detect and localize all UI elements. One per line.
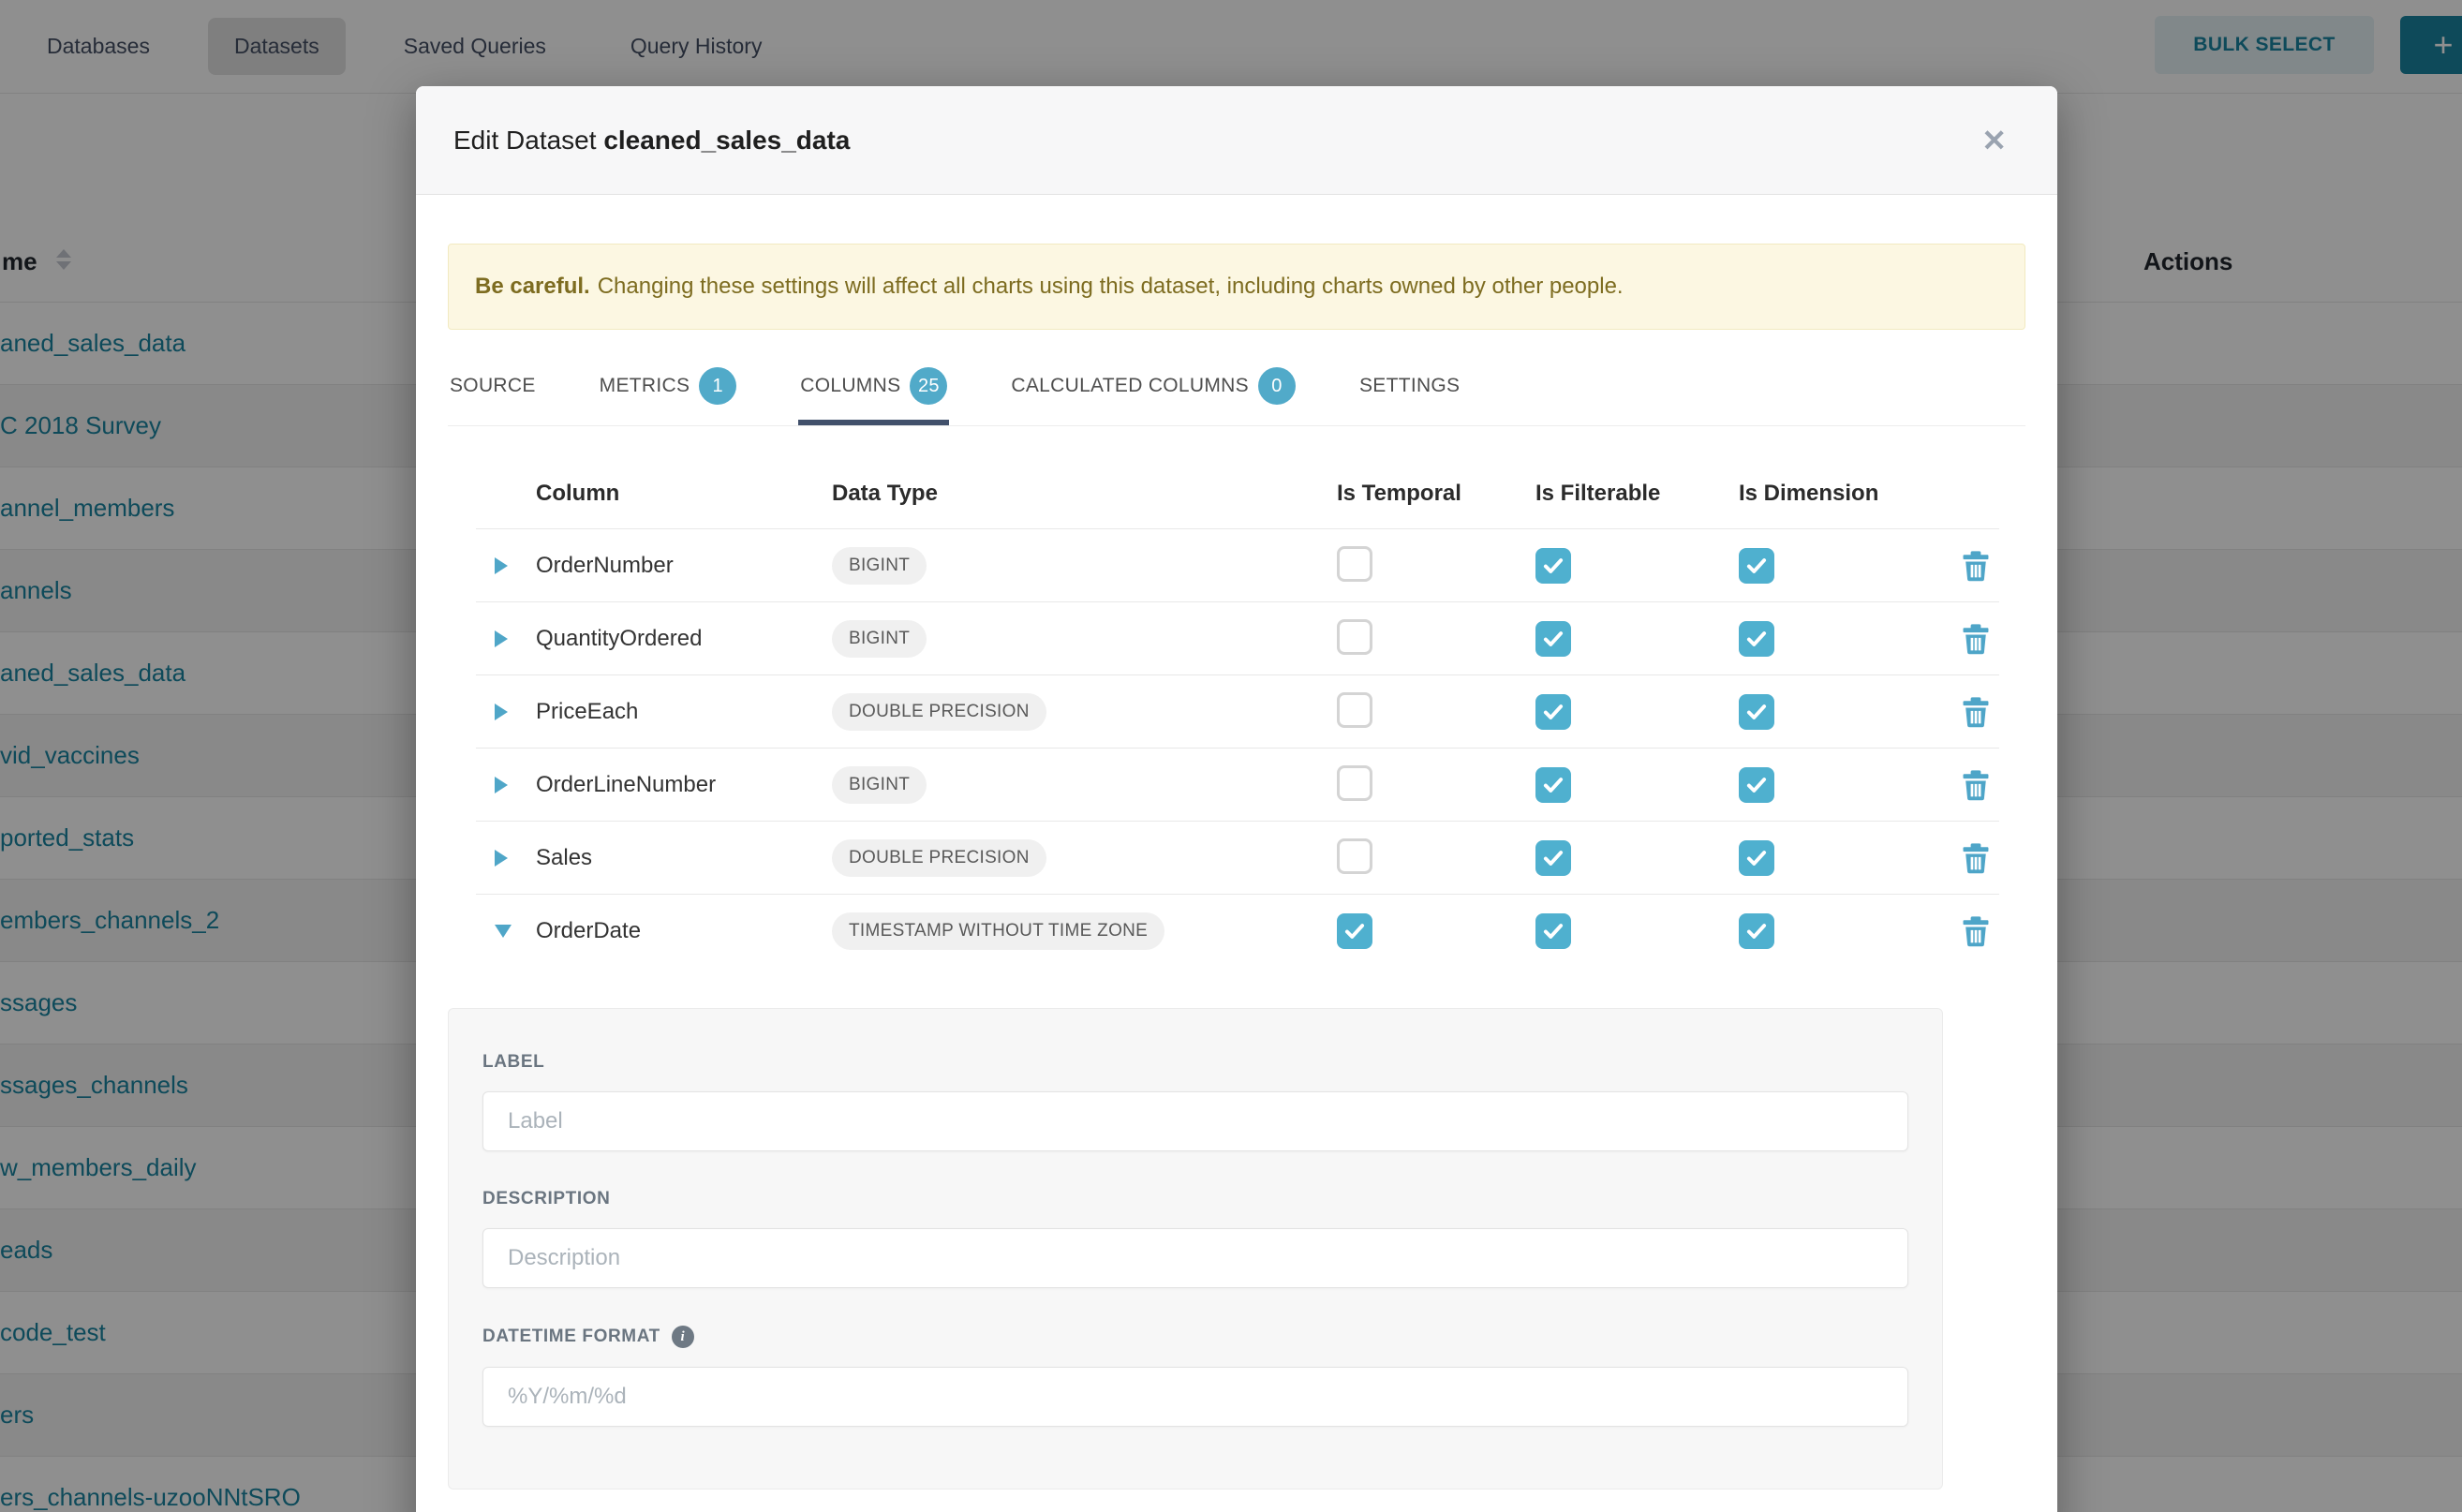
is-filterable-checkbox[interactable] [1535, 548, 1571, 584]
delete-column-icon[interactable] [1963, 843, 1989, 874]
modal-header: Edit Dataset cleaned_sales_data ✕ [416, 86, 2057, 195]
warning-banner: Be careful. Changing these settings will… [448, 244, 2025, 330]
expand-caret-icon[interactable] [495, 850, 508, 867]
is-filterable-checkbox[interactable] [1535, 694, 1571, 730]
column-name: Sales [536, 845, 832, 871]
modal-tab-columns[interactable]: COLUMNS25 [798, 354, 949, 425]
description-field-label: DESCRIPTION [482, 1189, 1908, 1209]
is-temporal-checkbox[interactable] [1337, 838, 1372, 874]
column-name: OrderLineNumber [536, 772, 832, 798]
column-name: QuantityOrdered [536, 626, 832, 652]
columns-table: Column Data Type Is Temporal Is Filterab… [448, 458, 2025, 968]
column-row: Sales DOUBLE PRECISION [448, 822, 2025, 895]
data-type-pill: BIGINT [832, 620, 927, 658]
data-type-pill: TIMESTAMP WITHOUT TIME ZONE [832, 912, 1164, 950]
modal-body: Be careful. Changing these settings will… [416, 244, 2057, 1490]
data-type-pill: DOUBLE PRECISION [832, 693, 1046, 731]
column-row: OrderNumber BIGINT [448, 529, 2025, 602]
modal-tab-metrics[interactable]: METRICS1 [598, 354, 739, 425]
tab-count-badge: 25 [910, 367, 947, 405]
column-name: PriceEach [536, 699, 832, 725]
column-row: PriceEach DOUBLE PRECISION [448, 675, 2025, 749]
expand-caret-icon[interactable] [495, 925, 512, 938]
data-type-pill: DOUBLE PRECISION [832, 839, 1046, 877]
header-data-type: Data Type [832, 481, 1337, 507]
header-is-dimension: Is Dimension [1739, 481, 1961, 507]
expand-caret-icon[interactable] [495, 777, 508, 793]
is-temporal-checkbox[interactable] [1337, 913, 1372, 949]
tab-count-badge: 0 [1258, 367, 1296, 405]
is-filterable-checkbox[interactable] [1535, 621, 1571, 657]
is-temporal-checkbox[interactable] [1337, 692, 1372, 728]
tab-count-badge: 1 [699, 367, 736, 405]
column-row: QuantityOrdered BIGINT [448, 602, 2025, 675]
datetime-format-field-label: DATETIME FORMAT i [482, 1326, 1908, 1348]
delete-column-icon[interactable] [1963, 770, 1989, 801]
header-is-temporal: Is Temporal [1337, 481, 1535, 507]
modal-tab-bar: SOURCE METRICS1 COLUMNS25 CALCULATED COLUMN… [448, 354, 2025, 426]
data-type-pill: BIGINT [832, 547, 927, 585]
expand-caret-icon[interactable] [495, 557, 508, 574]
is-filterable-checkbox[interactable] [1535, 767, 1571, 803]
info-icon[interactable]: i [672, 1326, 694, 1348]
column-row: OrderLineNumber BIGINT [448, 749, 2025, 822]
edit-dataset-modal: Edit Dataset cleaned_sales_data ✕ Be car… [416, 86, 2057, 1512]
is-temporal-checkbox[interactable] [1337, 619, 1372, 655]
delete-column-icon[interactable] [1963, 551, 1989, 582]
modal-tab-calculated-columns[interactable]: CALCULATED COLUMNS0 [1009, 354, 1298, 425]
modal-title: Edit Dataset cleaned_sales_data [453, 126, 850, 156]
label-input[interactable] [482, 1091, 1908, 1151]
data-type-pill: BIGINT [832, 766, 927, 804]
is-dimension-checkbox[interactable] [1739, 694, 1774, 730]
label-field-label: LABEL [482, 1052, 1908, 1073]
column-row: OrderDate TIMESTAMP WITHOUT TIME ZONE [448, 895, 2025, 968]
is-dimension-checkbox[interactable] [1739, 621, 1774, 657]
is-dimension-checkbox[interactable] [1739, 767, 1774, 803]
column-name: OrderDate [536, 918, 832, 944]
delete-column-icon[interactable] [1963, 916, 1989, 947]
modal-tab-source[interactable]: SOURCE [448, 354, 538, 425]
is-filterable-checkbox[interactable] [1535, 913, 1571, 949]
expand-caret-icon[interactable] [495, 630, 508, 647]
expand-caret-icon[interactable] [495, 704, 508, 720]
is-dimension-checkbox[interactable] [1739, 548, 1774, 584]
columns-table-header: Column Data Type Is Temporal Is Filterab… [448, 458, 2025, 529]
app-root: DatabasesDatasetsSaved QueriesQuery Hist… [0, 0, 2462, 1512]
description-input[interactable] [482, 1228, 1908, 1288]
column-name: OrderNumber [536, 553, 832, 579]
is-temporal-checkbox[interactable] [1337, 765, 1372, 801]
is-filterable-checkbox[interactable] [1535, 840, 1571, 876]
delete-column-icon[interactable] [1963, 624, 1989, 655]
header-column: Column [536, 481, 832, 507]
is-dimension-checkbox[interactable] [1739, 840, 1774, 876]
is-dimension-checkbox[interactable] [1739, 913, 1774, 949]
delete-column-icon[interactable] [1963, 697, 1989, 728]
header-is-filterable: Is Filterable [1535, 481, 1739, 507]
modal-tab-settings[interactable]: SETTINGS [1357, 354, 1461, 425]
close-icon[interactable]: ✕ [1968, 123, 2020, 158]
column-detail-panel: LABEL DESCRIPTION DATETIME FORMAT i [448, 1008, 1943, 1490]
is-temporal-checkbox[interactable] [1337, 546, 1372, 582]
datetime-format-input[interactable] [482, 1367, 1908, 1427]
